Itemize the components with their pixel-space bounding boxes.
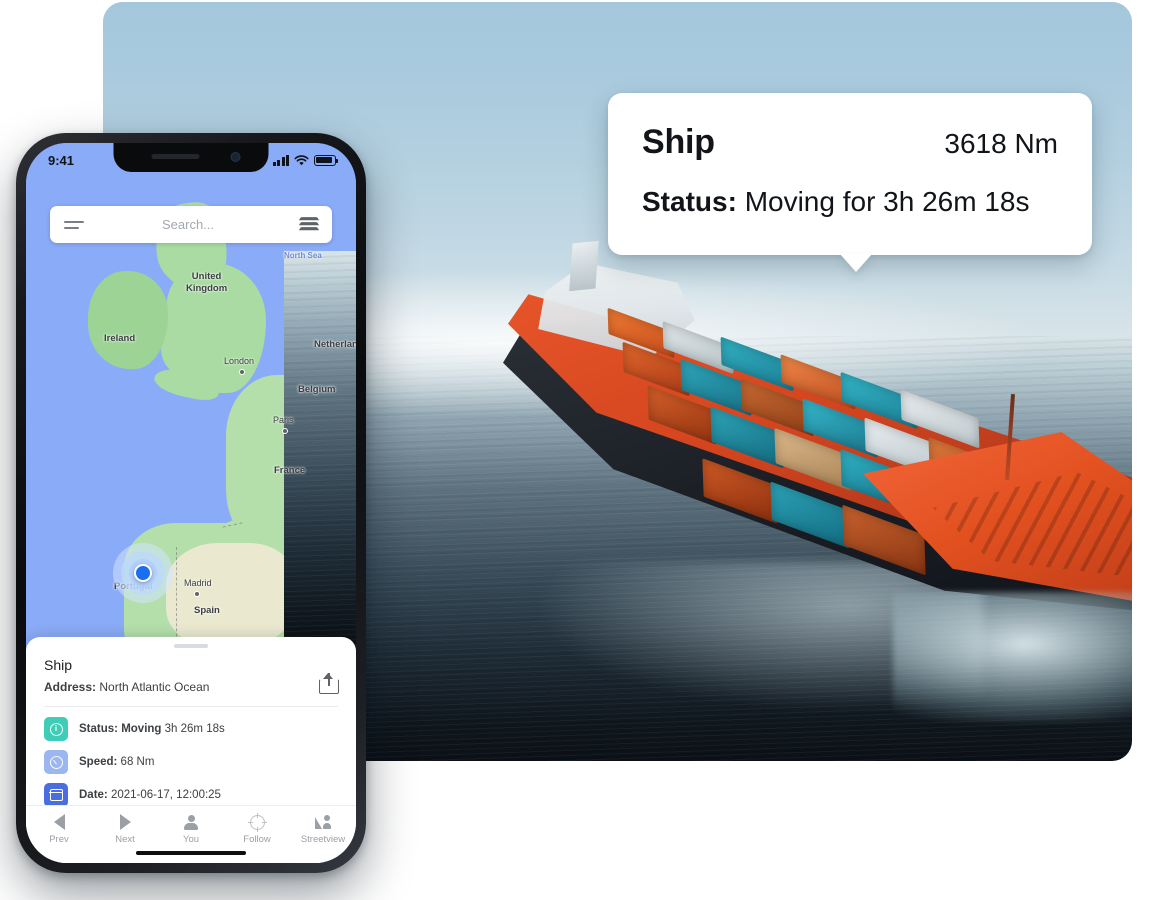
detail-row-status: i Status: Moving 3h 26m 18s <box>44 717 338 741</box>
date-row-label: Date: <box>79 789 108 801</box>
phone-screen: North Sea United Kingdom Ireland Netherla… <box>26 143 356 863</box>
speed-row-text: Speed: 68 Nm <box>79 756 154 768</box>
ship-detail-rows: i Status: Moving 3h 26m 18s Speed: 68 Nm… <box>26 707 356 807</box>
sheet-title: Ship <box>44 657 73 673</box>
status-row-text: Status: Moving 3h 26m 18s <box>79 723 225 735</box>
tab-streetview[interactable]: Streetview <box>293 814 353 845</box>
triangle-left-icon <box>53 814 65 830</box>
land-ireland <box>88 271 168 369</box>
tab-next-label: Next <box>115 834 135 845</box>
wifi-icon <box>294 154 309 165</box>
detail-row-date: Date: 2021-06-17, 12:00:25 <box>44 783 338 807</box>
tab-you[interactable]: You <box>161 814 221 845</box>
speed-row-value: 68 Nm <box>120 756 155 768</box>
sheet-address: Address: North Atlantic Ocean <box>44 680 338 694</box>
iphone-device-frame: North Sea United Kingdom Ireland Netherla… <box>16 133 366 873</box>
info-circle-icon: i <box>44 717 68 741</box>
ship-funnel <box>569 240 599 292</box>
map-dot-madrid <box>194 591 200 597</box>
map-label-london: London <box>224 356 255 366</box>
triangle-right-icon <box>119 814 131 830</box>
callout-distance: 3618 Nm <box>944 128 1058 159</box>
search-input[interactable]: Search... <box>76 217 300 232</box>
map-label-belgium: Belgium <box>298 384 336 395</box>
tab-you-label: You <box>182 834 200 845</box>
date-row-value: 2021-06-17, 12:00:25 <box>110 789 221 801</box>
sheet-header: Ship Address: North Atlantic Ocean <box>26 648 356 694</box>
tab-streetview-label: Streetview <box>300 834 346 845</box>
bow-wave-foam <box>893 592 1132 722</box>
callout-status-line: Status: Moving for 3h 26m 18s <box>642 186 1058 218</box>
calendar-icon <box>44 783 68 807</box>
search-bar[interactable]: Search... <box>50 206 332 243</box>
callout-title: Ship <box>642 123 715 161</box>
map-label-paris: Paris <box>273 415 294 425</box>
speedometer-glyph <box>49 755 63 769</box>
calendar-glyph <box>48 789 63 801</box>
sheet-address-value: North Atlantic Ocean <box>99 680 210 694</box>
status-row-label: Status: <box>79 723 118 735</box>
callout-header-row: Ship 3618 Nm <box>642 123 1058 162</box>
tab-prev[interactable]: Prev <box>29 814 89 845</box>
current-location-dot[interactable] <box>113 543 173 603</box>
share-icon-arrow <box>323 672 334 679</box>
signal-bars-icon <box>272 154 289 166</box>
earpiece-speaker <box>151 154 200 159</box>
land-wales <box>161 323 205 375</box>
map-label-spain: Spain <box>194 605 220 616</box>
tab-follow[interactable]: Follow <box>227 812 287 845</box>
tab-follow-label: Follow <box>243 834 271 845</box>
tab-prev-label: Prev <box>49 834 69 845</box>
map-label-united-kingdom: United Kingdom <box>186 271 228 294</box>
map-label-madrid: Madrid <box>184 578 212 588</box>
status-bar-indicators <box>272 154 339 166</box>
land-meseta-plateau <box>166 543 296 648</box>
date-row-text: Date: 2021-06-17, 12:00:25 <box>79 789 221 801</box>
front-camera-icon <box>230 152 241 162</box>
map-label-north-sea: North Sea <box>284 251 356 655</box>
map-label-ireland: Ireland <box>104 333 136 344</box>
speed-row-label: Speed: <box>79 756 118 768</box>
person-icon <box>184 814 198 830</box>
location-dot-core <box>134 564 152 582</box>
map-dot-paris <box>282 428 288 434</box>
ship-info-sheet[interactable]: Ship Address: North Atlantic Ocean i Sta… <box>26 637 356 863</box>
streetview-icon <box>315 814 331 830</box>
battery-icon <box>314 154 339 166</box>
crosshair-icon <box>247 812 267 832</box>
layers-icon[interactable] <box>298 216 320 233</box>
detail-row-speed: Speed: 68 Nm <box>44 750 338 774</box>
speedometer-icon <box>44 750 68 774</box>
ship-callout-popup[interactable]: Ship 3618 Nm Status: Moving for 3h 26m 1… <box>608 93 1092 255</box>
callout-status-value: Moving for 3h 26m 18s <box>744 186 1030 217</box>
share-icon[interactable] <box>318 670 340 694</box>
status-bar-time: 9:41 <box>48 152 75 168</box>
sheet-address-label: Address: <box>44 680 97 694</box>
home-indicator[interactable] <box>136 850 246 855</box>
screenshot-root: Ship 3618 Nm Status: Moving for 3h 26m 1… <box>0 0 1164 900</box>
map-dot-london <box>239 369 245 375</box>
map-label-france: France <box>274 465 306 476</box>
tab-next[interactable]: Next <box>95 814 155 845</box>
info-circle-glyph: i <box>49 722 63 736</box>
status-row-duration: 3h 26m 18s <box>164 723 225 735</box>
callout-status-label: Status: <box>642 186 737 217</box>
map-label-netherlands: Netherlands <box>314 339 356 350</box>
phone-notch <box>113 143 269 172</box>
status-row-emphasis: Moving <box>121 723 162 735</box>
